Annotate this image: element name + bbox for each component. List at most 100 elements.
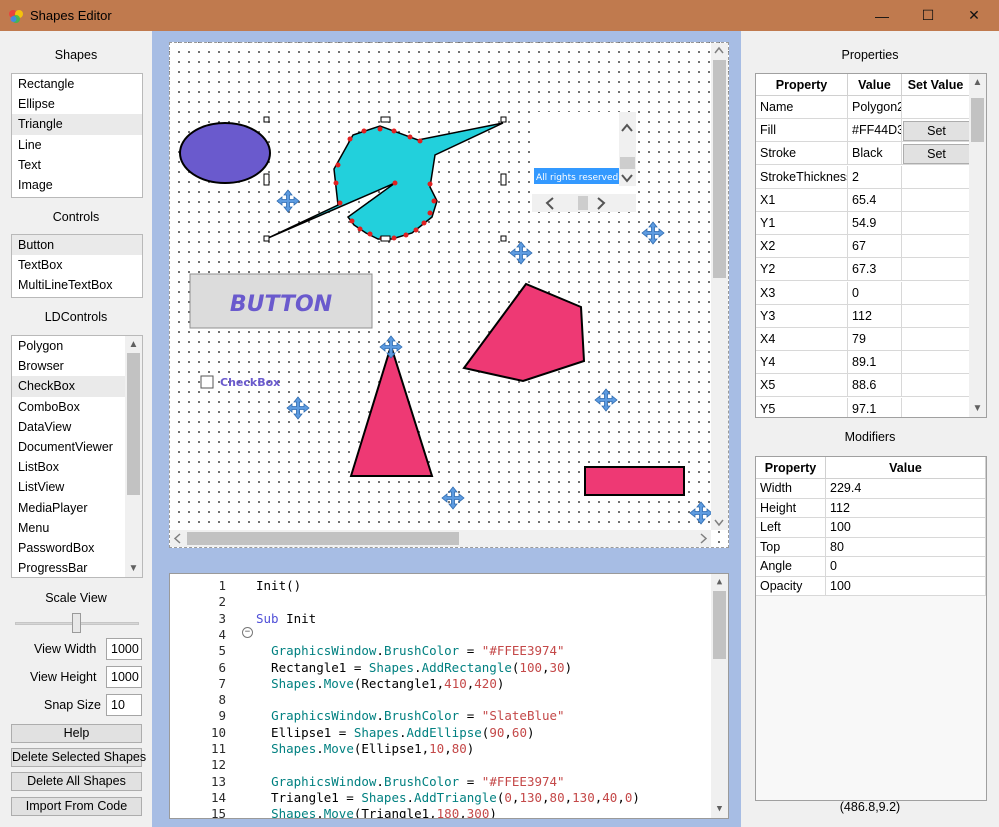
properties-scrollbar[interactable]: ▲ ▼ <box>969 74 986 417</box>
code-text[interactable]: GraphicsWindow.BrushColor = "#FFEE3974" <box>256 774 565 790</box>
scroll-down-icon[interactable]: ▼ <box>969 400 986 417</box>
property-value[interactable]: 67.3 <box>848 258 902 282</box>
modifier-value[interactable]: 229.4 <box>826 479 986 498</box>
table-row[interactable]: Top 80 <box>756 537 986 557</box>
list-item[interactable]: Polygon <box>12 336 142 356</box>
modifier-value[interactable]: 80 <box>826 537 986 557</box>
property-value[interactable]: 89.1 <box>848 351 902 375</box>
scale-slider[interactable] <box>15 611 139 635</box>
scroll-down-icon[interactable]: ▼ <box>125 560 142 577</box>
list-item[interactable]: PasswordBox <box>12 538 142 558</box>
browser-control[interactable]: All rights reserved. <box>532 112 636 212</box>
table-row[interactable]: Angle 0 <box>756 557 986 577</box>
scroll-up-icon[interactable]: ▲ <box>125 336 142 353</box>
property-value[interactable]: 65.4 <box>848 188 902 212</box>
scrollbar-thumb[interactable] <box>971 98 984 142</box>
code-vscroll[interactable]: ▲ ▼ <box>711 574 728 818</box>
code-text[interactable]: Triangle1 = Shapes.AddTriangle(0,130,80,… <box>256 790 640 806</box>
view-height-input[interactable]: 1000 <box>106 666 142 688</box>
code-line[interactable]: 2 <box>170 594 710 610</box>
list-item[interactable]: Triangle <box>12 114 142 135</box>
property-value[interactable]: 67 <box>848 235 902 259</box>
code-text[interactable]: Init() <box>256 578 301 594</box>
ldcontrols-scrollbar[interactable]: ▲ ▼ <box>125 336 142 577</box>
property-value[interactable]: 0 <box>848 281 902 305</box>
property-value[interactable]: 54.9 <box>848 212 902 235</box>
code-line[interactable]: 9 GraphicsWindow.BrushColor = "SlateBlue… <box>170 708 710 724</box>
property-value[interactable]: 97.1 <box>848 397 902 417</box>
column-header[interactable]: Value <box>826 457 986 479</box>
code-text[interactable]: Rectangle1 = Shapes.AddRectangle(100,30) <box>256 660 572 676</box>
property-value[interactable]: Polygon2 <box>848 96 902 119</box>
maximize-button[interactable]: ☐ <box>905 0 951 31</box>
minimize-button[interactable]: — <box>859 0 905 31</box>
code-line[interactable]: 5 GraphicsWindow.BrushColor = "#FFEE3974… <box>170 643 710 659</box>
close-button[interactable]: ✕ <box>951 0 997 31</box>
code-line[interactable]: 13 GraphicsWindow.BrushColor = "#FFEE397… <box>170 774 710 790</box>
code-line[interactable]: 14 Triangle1 = Shapes.AddTriangle(0,130,… <box>170 790 710 806</box>
code-line[interactable]: 3 Sub Init <box>170 611 710 627</box>
code-line[interactable]: 11 Shapes.Move(Ellipse1,10,80) <box>170 741 710 757</box>
snap-size-input[interactable]: 10 <box>106 694 142 716</box>
code-line[interactable]: 15 Shapes.Move(Triangle1,180,300) <box>170 806 710 818</box>
help-button[interactable]: Help <box>11 724 142 743</box>
properties-grid[interactable]: Property Value Set Value Name Polygon2 Fil… <box>755 73 987 418</box>
table-row[interactable]: X5 88.6 <box>756 374 970 398</box>
property-value[interactable]: 2 <box>848 165 902 189</box>
list-item[interactable]: Button <box>12 235 142 256</box>
list-item[interactable]: MediaPlayer <box>12 498 142 518</box>
property-value[interactable]: Black <box>848 142 902 166</box>
code-line[interactable]: 1 Init() <box>170 578 710 594</box>
code-line[interactable]: 10 Ellipse1 = Shapes.AddEllipse(90,60) <box>170 725 710 741</box>
table-row[interactable]: Width 229.4 <box>756 479 986 499</box>
column-header[interactable]: Property <box>756 74 848 96</box>
code-line[interactable]: 8 <box>170 692 710 708</box>
column-header[interactable]: Set Value <box>902 74 970 96</box>
code-text[interactable]: Shapes.Move(Triangle1,180,300) <box>256 806 497 818</box>
list-item[interactable]: Menu <box>12 518 142 538</box>
code-text[interactable]: GraphicsWindow.BrushColor = "#FFEE3974" <box>256 643 565 659</box>
scroll-down-icon[interactable]: ▼ <box>711 801 728 818</box>
modifiers-grid[interactable]: Property Value Width 229.4 Height 112 Left 10… <box>755 456 987 801</box>
delete-all-button[interactable]: Delete All Shapes <box>11 772 142 791</box>
table-row[interactable]: Y1 54.9 <box>756 212 970 235</box>
code-scrollbar-thumb[interactable] <box>713 591 726 659</box>
delete-selected-button[interactable]: Delete Selected Shapes <box>11 748 146 767</box>
pentagon-shape[interactable] <box>462 282 586 383</box>
list-item[interactable]: Rectangle <box>12 74 142 94</box>
modifier-value[interactable]: 100 <box>826 576 986 596</box>
code-line[interactable]: 6 Rectangle1 = Shapes.AddRectangle(100,3… <box>170 660 710 676</box>
list-item[interactable]: ProgressBar <box>12 558 142 577</box>
table-row[interactable]: Y3 112 <box>756 304 970 328</box>
ldcontrols-list[interactable]: Polygon Browser CheckBox ComboBox DataVi… <box>11 335 143 578</box>
triangle-shape[interactable] <box>349 342 434 477</box>
code-text[interactable]: Sub Init <box>256 611 316 627</box>
modifier-value[interactable]: 112 <box>826 498 986 518</box>
table-row[interactable]: Y4 89.1 <box>756 351 970 375</box>
list-item[interactable]: Text <box>12 155 142 175</box>
list-item[interactable]: DocumentViewer <box>12 437 142 457</box>
property-value[interactable]: #FF44D3 <box>848 119 902 143</box>
import-code-button[interactable]: Import From Code <box>11 797 142 816</box>
table-row[interactable]: Fill #FF44D3 Set <box>756 119 970 143</box>
list-item[interactable]: ListBox <box>12 457 142 477</box>
table-row[interactable]: Left 100 <box>756 518 986 538</box>
list-item[interactable]: ListView <box>12 477 142 497</box>
rectangle-shape[interactable] <box>584 466 685 496</box>
list-item[interactable]: ComboBox <box>12 397 142 417</box>
view-width-input[interactable]: 1000 <box>106 638 142 660</box>
list-item[interactable]: Ellipse <box>12 94 142 114</box>
code-text[interactable]: Shapes.Move(Ellipse1,10,80) <box>256 741 474 757</box>
code-editor[interactable]: 1 Init() 2 3 Sub Init 4 5 GraphicsWindow.Brush… <box>169 573 729 819</box>
code-line[interactable]: 12 <box>170 757 710 773</box>
table-row[interactable]: Y2 67.3 <box>756 258 970 282</box>
polygon-shape[interactable] <box>267 122 504 240</box>
table-row[interactable]: X2 67 <box>756 235 970 259</box>
design-canvas[interactable]: BUTTON CheckBox All rights reserved. <box>169 42 729 548</box>
set-button[interactable]: Set <box>903 121 970 142</box>
collapse-icon[interactable]: − <box>242 627 253 638</box>
list-item[interactable]: MultiLineTextBox <box>12 275 142 295</box>
list-item[interactable]: DataView <box>12 417 142 437</box>
modifier-value[interactable]: 0 <box>826 557 986 576</box>
table-row[interactable]: Opacity 100 <box>756 576 986 596</box>
